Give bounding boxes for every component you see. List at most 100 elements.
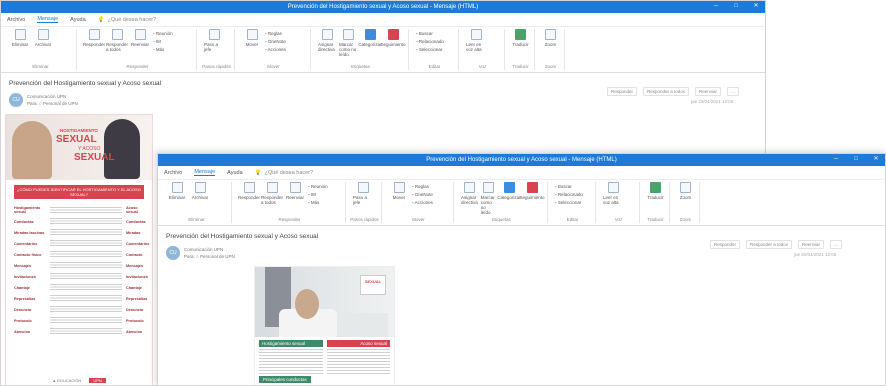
rules-button[interactable]: Reglas (412, 184, 433, 189)
menu-archivo[interactable]: Archivo (164, 170, 182, 176)
poster-word1: SEXUAL (56, 134, 97, 145)
envelope-icon (342, 29, 354, 40)
menu-archivo[interactable]: Archivo (7, 17, 25, 23)
onenote-button[interactable]: OneNote (412, 192, 433, 197)
minimize-icon[interactable]: ─ (833, 156, 839, 162)
related-button[interactable]: Relacionado (555, 192, 583, 197)
trash-icon (171, 182, 183, 193)
ribbon: Eliminar Archivar Eliminar Responder Res… (158, 180, 885, 226)
quick-step-button[interactable]: Paso a jefe (353, 182, 373, 205)
sender-name[interactable]: Comunicación UPN (27, 93, 78, 100)
group-label: Pasos rápidos (350, 217, 379, 222)
more-action[interactable]: ... (830, 240, 842, 249)
row-left-label: Atención (14, 329, 31, 334)
poster-row: Hostigamiento sexual Acoso sexual (6, 204, 152, 216)
reply-button[interactable]: Responder (83, 29, 105, 47)
read-aloud-button[interactable]: Leer en voz alta (603, 182, 623, 205)
archivar-button[interactable]: Archivar (190, 182, 210, 200)
sender-name[interactable]: Comunicación UPN (184, 246, 235, 253)
reply-action[interactable]: Responder (607, 87, 638, 96)
row-text-lines (50, 273, 122, 280)
meeting-button[interactable]: Reunión (308, 184, 328, 189)
poster-row: Denuncia Denuncia (6, 304, 152, 315)
ribbon-group-editar: Buscar Relacionado Seleccionar Editar (550, 182, 596, 223)
related-button[interactable]: Relacionado (416, 39, 444, 44)
mark-unread-button[interactable]: Marcar como no leído (481, 182, 496, 215)
ribbon-group-traducir: Traducir Traducir (507, 29, 535, 70)
im-button[interactable]: IM (153, 39, 173, 44)
reply-all-action[interactable]: Responder a todos (643, 87, 690, 96)
eliminar-button[interactable]: Eliminar (10, 29, 30, 47)
more-action[interactable]: ... (727, 87, 739, 96)
forward-action[interactable]: Reenviar (695, 87, 722, 96)
archivar-button[interactable]: Archivar (33, 29, 53, 47)
close-icon[interactable]: ✕ (753, 3, 759, 9)
close-icon[interactable]: ✕ (873, 156, 879, 162)
onenote-button[interactable]: OneNote (265, 39, 286, 44)
actions-button[interactable]: Acciones (412, 200, 433, 205)
row-right-label: Protocolo (126, 318, 144, 323)
reply-all-action[interactable]: Responder a todos (746, 240, 793, 249)
poster2-col-right: Acoso sexual (326, 340, 390, 375)
menu-mensaje[interactable]: Mensaje (37, 16, 59, 23)
col-right-heading: Acoso sexual (326, 340, 390, 347)
row-right-label: Invitaciones (126, 274, 148, 279)
rules-button[interactable]: Reglas (265, 31, 286, 36)
menu-ayuda[interactable]: Ayuda (227, 170, 243, 176)
reply-button[interactable]: Responder (238, 182, 260, 200)
row-left-label: Conductas (14, 219, 34, 224)
maximize-icon[interactable]: □ (733, 3, 739, 9)
im-button[interactable]: IM (308, 192, 328, 197)
reply-all-button[interactable]: Responder a todos (261, 182, 283, 205)
find-button[interactable]: Buscar (555, 184, 583, 189)
meeting-button[interactable]: Reunión (153, 31, 173, 36)
assign-policy-button[interactable]: Asignar directiva (318, 29, 336, 52)
group-label: Mover (412, 217, 425, 222)
translate-button[interactable]: Traducir (512, 29, 529, 47)
assign-policy-button[interactable]: Asignar directiva (461, 182, 478, 205)
quick-step-button[interactable]: Paso a jefe (204, 29, 224, 52)
reply-all-button[interactable]: Responder a todos (106, 29, 128, 52)
minimize-icon[interactable]: ─ (713, 3, 719, 9)
avatar[interactable]: CU (166, 246, 180, 260)
more-button[interactable]: Más (308, 200, 328, 205)
select-button[interactable]: Seleccionar (416, 47, 444, 52)
move-button[interactable]: Mover (242, 29, 262, 47)
reply-action[interactable]: Responder (710, 240, 741, 249)
mark-unread-button[interactable]: Marcar como no leído (339, 29, 357, 57)
read-aloud-button[interactable]: Leer en voz alta (466, 29, 486, 52)
actions-button[interactable]: Acciones (265, 47, 286, 52)
folder-icon (393, 182, 405, 193)
translate-button[interactable]: Traducir (647, 182, 664, 200)
ribbon-group-etiquetas: Asignar directiva Marcar como no leído C… (456, 182, 548, 223)
row-right-label: Acoso sexual (126, 206, 138, 214)
poster-row: Conductas Conductas (6, 216, 152, 227)
menu-mensaje[interactable]: Mensaje (194, 169, 216, 176)
more-button[interactable]: Más (153, 47, 173, 52)
archive-icon (194, 182, 206, 193)
find-button[interactable]: Buscar (416, 31, 444, 36)
forward-action[interactable]: Reenviar (798, 240, 825, 249)
categorize-button[interactable]: Categorizar (497, 182, 521, 200)
poster-row: Contacto físico Contacto (6, 249, 152, 260)
maximize-icon[interactable]: □ (853, 156, 859, 162)
row-text-lines (50, 284, 122, 291)
menu-ayuda[interactable]: Ayuda (70, 17, 86, 23)
eliminar-button[interactable]: Eliminar (167, 182, 187, 200)
forward-button[interactable]: Reenviar (285, 182, 305, 200)
zoom-button[interactable]: Zoom (677, 182, 694, 200)
avatar[interactable]: CU (9, 93, 23, 107)
forward-button[interactable]: Reenviar (130, 29, 150, 47)
zoom-button[interactable]: Zoom (542, 29, 559, 47)
follow-up-button[interactable]: Seguimiento (380, 29, 406, 47)
follow-up-button[interactable]: Seguimiento (519, 182, 545, 200)
tell-me-box[interactable]: 💡 ¿Qué desea hacer? (255, 170, 313, 176)
select-button[interactable]: Seleccionar (555, 200, 583, 205)
ribbon-group-responder: Responder Responder a todos Reenviar Reu… (79, 29, 197, 70)
policy-icon (463, 182, 475, 193)
move-button[interactable]: Mover (389, 182, 409, 200)
speaker-icon (607, 182, 619, 193)
tell-me-box[interactable]: 💡 ¿Qué desea hacer? (98, 17, 156, 23)
poster-rows: Hostigamiento sexual Acoso sexual Conducta… (6, 204, 152, 337)
categorize-button[interactable]: Categorizar (358, 29, 382, 47)
